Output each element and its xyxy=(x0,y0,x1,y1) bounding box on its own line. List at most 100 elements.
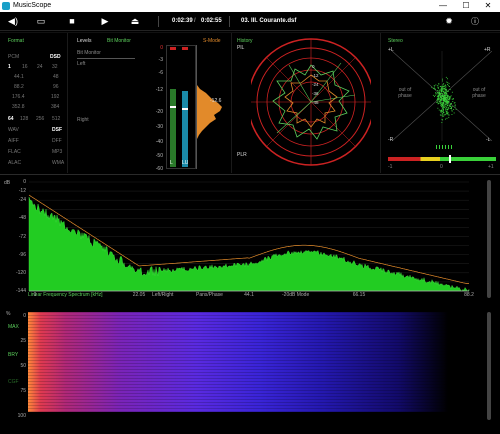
correlation-indicator xyxy=(449,155,451,163)
sample-rate: 384 xyxy=(51,104,60,110)
spectrogram-y-tick: 100 xyxy=(17,413,26,419)
goniometer-dot xyxy=(442,113,444,115)
goniometer-dot xyxy=(442,107,443,109)
goniometer-dot xyxy=(440,110,441,112)
stop-icon[interactable]: ■ xyxy=(65,15,79,28)
goniometer-dot xyxy=(449,98,451,100)
goniometer-dot xyxy=(442,85,444,87)
eject-icon[interactable]: ⏏ xyxy=(128,15,142,28)
goniometer-dot xyxy=(443,96,445,98)
close-button[interactable]: ✕ xyxy=(477,0,499,12)
goniometer-dot xyxy=(446,112,447,114)
goniometer-dot xyxy=(438,97,440,99)
goniometer-dot xyxy=(440,89,442,91)
play-icon[interactable]: ▶ xyxy=(98,15,112,28)
goniometer-dot xyxy=(447,103,449,104)
goniometer-dot xyxy=(443,91,445,93)
goniometer-dot xyxy=(447,82,449,84)
goniometer-dot xyxy=(441,110,443,112)
goniometer-dot xyxy=(450,105,452,107)
goniometer-dot xyxy=(447,104,449,106)
folder-icon[interactable]: ▭ xyxy=(34,15,48,28)
goniometer-dot xyxy=(440,93,442,95)
goniometer-dot xyxy=(455,108,457,110)
goniometer-dot xyxy=(441,109,443,111)
goniometer-dot xyxy=(449,106,451,107)
goniometer-dot xyxy=(439,101,441,103)
goniometer-dot xyxy=(439,98,440,100)
goniometer-dot xyxy=(441,106,443,108)
goniometer-dot xyxy=(452,101,454,102)
goniometer-dot xyxy=(452,105,454,107)
goniometer-dot xyxy=(452,98,454,100)
corr-min: -1 xyxy=(388,164,393,170)
peak-value: -12.6 xyxy=(210,98,222,104)
goniometer-dot xyxy=(432,87,434,89)
format-type: MP3 xyxy=(52,149,63,155)
settings-icon[interactable]: ✹ xyxy=(442,15,456,28)
levels-panel: Levels Bit Monitor Bit Monitor Left Righ… xyxy=(69,33,232,173)
goniometer-dot xyxy=(440,88,442,90)
goniometer-dot xyxy=(441,86,443,88)
sample-rate: 176.4 xyxy=(12,94,25,100)
spectrum-scrollbar[interactable] xyxy=(487,180,491,298)
goniometer-dot xyxy=(433,85,435,86)
goniometer-dot xyxy=(441,91,443,92)
goniometer-dot xyxy=(445,113,447,115)
goniometer-dot xyxy=(442,119,444,121)
minimize-button[interactable]: — xyxy=(432,0,454,12)
goniometer-dot xyxy=(449,96,451,97)
right-level-bar xyxy=(182,91,188,167)
goniometer-dot xyxy=(437,92,439,94)
bit-monitor-label: Bit Monitor xyxy=(77,50,101,56)
goniometer-dot xyxy=(444,114,446,116)
goniometer-dot xyxy=(445,95,447,97)
goniometer-dot xyxy=(441,97,443,99)
goniometer-dot xyxy=(438,96,440,98)
info-icon[interactable]: ⓘ xyxy=(468,15,482,28)
goniometer-dot xyxy=(448,98,450,100)
goniometer-dot xyxy=(437,86,439,88)
goniometer-dot xyxy=(446,117,448,119)
goniometer-dot xyxy=(447,98,449,100)
goniometer-dot xyxy=(434,96,435,97)
goniometer-dot xyxy=(434,94,436,96)
right-channel-label: Right xyxy=(77,117,89,123)
spectrogram-scrollbar[interactable] xyxy=(487,312,491,420)
dsd-label: DSD xyxy=(50,54,61,60)
goniometer-dot xyxy=(440,100,442,102)
goniometer-dot xyxy=(442,110,444,111)
track-name: 03. III. Courante.dsf xyxy=(241,18,297,24)
goniometer-dot xyxy=(440,96,441,98)
mode-pans-phase[interactable]: Pans/Phase xyxy=(196,292,223,298)
mode-left-right[interactable]: Left/Right xyxy=(152,292,173,298)
goniometer-dot xyxy=(446,110,448,112)
maximize-button[interactable]: ☐ xyxy=(455,0,477,12)
goniometer-dot xyxy=(450,108,451,109)
goniometer-dot xyxy=(440,101,442,103)
goniometer-dot xyxy=(442,115,444,117)
goniometer-dot xyxy=(442,94,444,96)
goniometer-dot xyxy=(440,104,442,106)
goniometer-dot xyxy=(446,94,448,96)
goniometer-dot xyxy=(443,115,445,117)
goniometer-dot xyxy=(442,111,444,113)
goniometer-dot xyxy=(449,103,451,105)
goniometer-dot xyxy=(449,97,451,98)
goniometer-dot xyxy=(454,105,456,107)
history-radar: 0 -12 -24 -36 -48 xyxy=(251,38,371,166)
goniometer-dot xyxy=(446,101,448,103)
goniometer-dot xyxy=(438,83,440,85)
spectrogram-y-tick: 0 xyxy=(23,313,26,319)
goniometer-dot xyxy=(437,103,439,105)
goniometer-dot xyxy=(452,98,454,99)
mode-20db[interactable]: -20dB Mode xyxy=(282,292,309,298)
goniometer-dot xyxy=(438,109,440,111)
goniometer-dot xyxy=(439,89,441,91)
goniometer-dot xyxy=(451,106,452,108)
volume-icon[interactable]: ◀) xyxy=(6,15,20,28)
meter-scale: 0 -3 -6 -12 -20 -30 -40 -50 -60 xyxy=(145,43,163,173)
elapsed-time: 0:02:39 xyxy=(172,18,193,24)
toolbar-separator xyxy=(158,16,159,27)
goniometer-dot xyxy=(437,96,439,98)
